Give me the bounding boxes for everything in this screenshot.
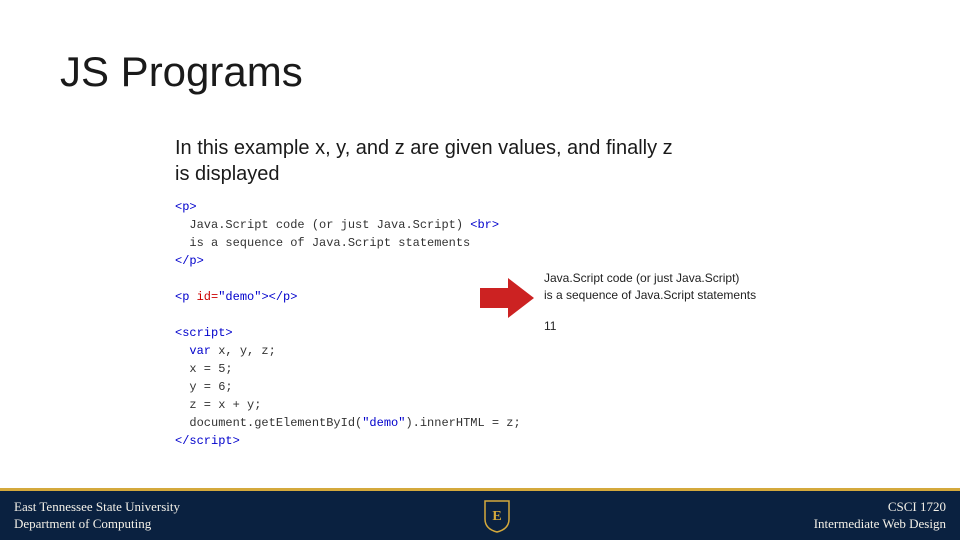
code-tag: ></p> bbox=[261, 290, 297, 304]
code-text: ).innerHTML = z; bbox=[405, 416, 520, 430]
code-text: z = x + y; bbox=[175, 398, 261, 412]
code-example: <p> Java.Script code (or just Java.Scrip… bbox=[175, 198, 521, 450]
code-text: document.getElementById( bbox=[175, 416, 362, 430]
output-line: is a sequence of Java.Script statements bbox=[544, 287, 756, 304]
code-br-tag: <br> bbox=[470, 218, 499, 232]
footer-university: East Tennessee State University bbox=[14, 499, 180, 516]
slide-title: JS Programs bbox=[60, 48, 303, 96]
code-text: y = 6; bbox=[175, 380, 233, 394]
arrow-icon bbox=[480, 278, 534, 323]
footer-left: East Tennessee State University Departme… bbox=[14, 499, 180, 533]
code-text: Java.Script code (or just Java.Script) bbox=[175, 218, 470, 232]
code-tag: <script> bbox=[175, 326, 233, 340]
code-keyword: var bbox=[175, 344, 211, 358]
output-example: Java.Script code (or just Java.Script) i… bbox=[544, 270, 756, 334]
code-text: x, y, z; bbox=[211, 344, 276, 358]
code-attr: id= bbox=[197, 290, 219, 304]
code-tag: <p> bbox=[175, 200, 197, 214]
logo-letter: E bbox=[492, 509, 501, 524]
footer-course-name: Intermediate Web Design bbox=[814, 516, 946, 533]
code-string: "demo" bbox=[362, 416, 405, 430]
footer-logo: E bbox=[483, 499, 511, 533]
output-result: 11 bbox=[544, 318, 756, 335]
code-tag: </script> bbox=[175, 434, 240, 448]
code-text: is a sequence of Java.Script statements bbox=[175, 236, 470, 250]
code-tag: <p bbox=[175, 290, 197, 304]
code-tag: </p> bbox=[175, 254, 204, 268]
footer-course-code: CSCI 1720 bbox=[814, 499, 946, 516]
footer-department: Department of Computing bbox=[14, 516, 180, 533]
code-string: "demo" bbox=[218, 290, 261, 304]
code-text: x = 5; bbox=[175, 362, 233, 376]
footer-right: CSCI 1720 Intermediate Web Design bbox=[814, 499, 946, 533]
output-line: Java.Script code (or just Java.Script) bbox=[544, 270, 756, 287]
slide-subtitle: In this example x, y, and z are given va… bbox=[175, 135, 675, 187]
slide-footer: East Tennessee State University Departme… bbox=[0, 488, 960, 540]
